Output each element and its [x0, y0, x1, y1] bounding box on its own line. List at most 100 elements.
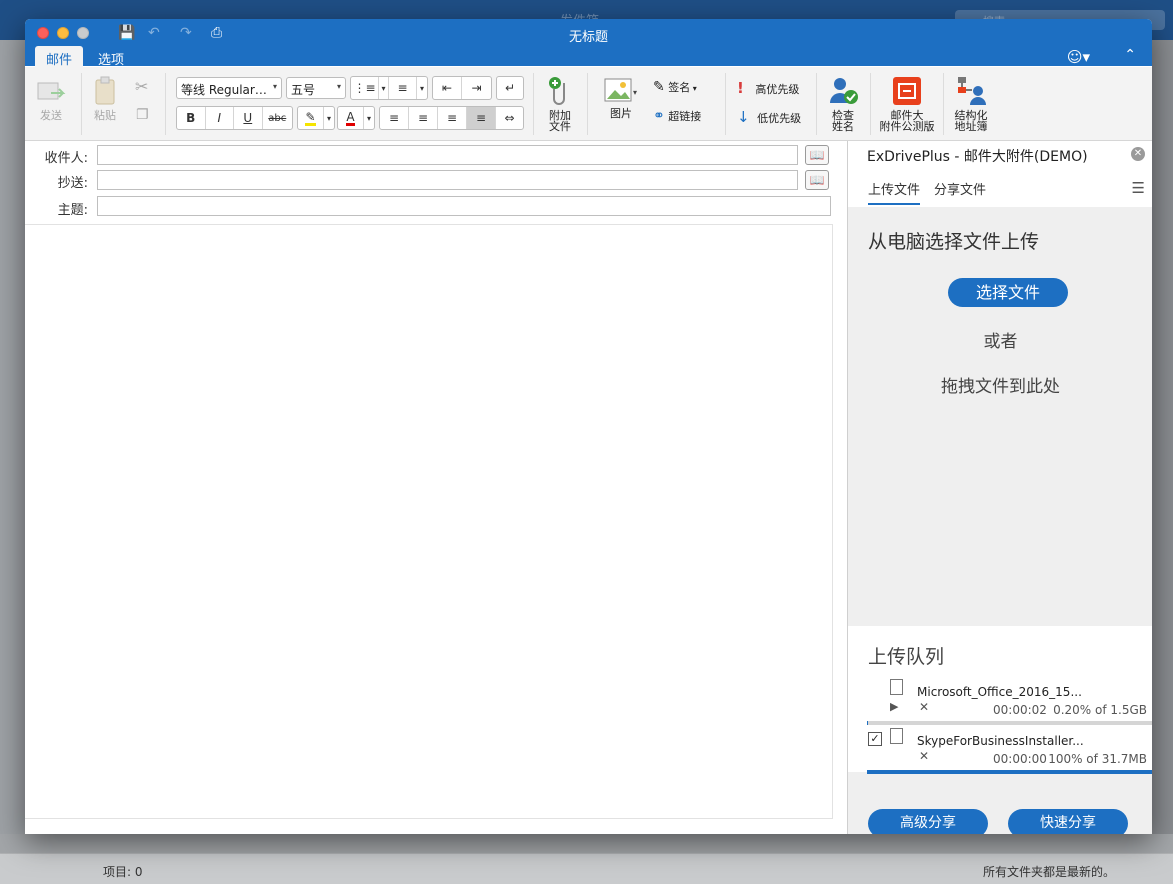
- italic-icon[interactable]: I: [206, 107, 235, 129]
- tab-options[interactable]: 选项: [87, 46, 135, 68]
- justify-icon[interactable]: ≡: [467, 107, 496, 129]
- check-names-label-2: 姓名: [832, 120, 854, 133]
- highlight-icon[interactable]: ✎: [298, 107, 324, 129]
- play-icon[interactable]: ▶: [890, 700, 898, 713]
- bold-icon[interactable]: B: [177, 107, 206, 129]
- panel-close-icon[interactable]: ✕: [1131, 147, 1145, 161]
- status-bar: 项目: 0 所有文件夹都是最新的。: [0, 853, 1173, 884]
- hyperlink-button[interactable]: ⚭ 超链接: [653, 108, 717, 124]
- paste-label: 粘贴: [94, 109, 116, 122]
- window-title: 无标题: [568, 30, 608, 45]
- tab-mail[interactable]: 邮件: [35, 46, 84, 68]
- attach-file-button[interactable]: 附加 文件: [542, 75, 578, 132]
- choose-file-button[interactable]: 选择文件: [948, 278, 1068, 307]
- align-left-icon[interactable]: ≡: [380, 107, 409, 129]
- cancel-upload-icon[interactable]: ✕: [919, 749, 929, 763]
- queue-item: Microsoft_Office_2016_15... ▶ ✕ 00:00:02…: [848, 679, 1152, 727]
- to-field[interactable]: [97, 145, 798, 165]
- indent-group: ⇤ ⇥: [432, 76, 492, 100]
- big-attach-label-2: 附件公测版: [879, 120, 935, 133]
- compose-window: 💾 ↶ ↷ ⎙ 无标题 邮件 选项 ☺▾ ⌃ 发送 粘贴 ✂ ❐ 等线 Regu…: [25, 19, 1152, 834]
- bullet-list-dropdown[interactable]: ▾: [379, 77, 389, 99]
- progress-bar: [867, 721, 1152, 725]
- checkbox-checked[interactable]: ✓: [868, 732, 882, 746]
- picture-button[interactable]: ▾ 图片: [599, 77, 643, 119]
- list-group: ⋮≡ ▾ ≡ ▾: [350, 76, 428, 100]
- paste-button[interactable]: 粘贴: [89, 75, 121, 121]
- progress-bar: [867, 770, 1152, 774]
- font-color-dropdown[interactable]: ▾: [364, 107, 374, 129]
- check-names-button[interactable]: 检查 姓名: [825, 75, 861, 132]
- send-label: 发送: [40, 109, 62, 122]
- copy-icon[interactable]: ❐: [136, 107, 149, 123]
- numbered-list-dropdown[interactable]: ▾: [417, 77, 427, 99]
- subject-label: 主题:: [57, 203, 88, 218]
- low-priority-icon: ↓: [737, 108, 750, 126]
- numbered-list-icon[interactable]: ≡: [389, 77, 417, 99]
- struct-book-label-2: 地址簿: [954, 120, 988, 133]
- signature-button[interactable]: ✎ 签名 ▾: [653, 79, 713, 95]
- collapse-ribbon-icon[interactable]: ⌃: [1124, 47, 1136, 63]
- progress-fill: [867, 770, 1152, 774]
- font-name-select[interactable]: 等线 Regular… ▾: [176, 77, 282, 99]
- font-size-value: 五号: [291, 83, 316, 97]
- tab-upload-files[interactable]: 上传文件: [868, 179, 921, 205]
- picture-label: 图片: [610, 107, 632, 120]
- to-label: 收件人:: [44, 151, 88, 166]
- text-style-group: B I U abc: [176, 106, 293, 130]
- exdrive-panel: ExDrivePlus - 邮件大附件(DEMO) ✕ 上传文件 分享文件 ☰ …: [847, 141, 1152, 834]
- message-body[interactable]: [25, 224, 833, 819]
- upload-queue: 上传队列 Microsoft_Office_2016_15... ▶ ✕ 00:…: [848, 626, 1152, 774]
- big-attachment-button[interactable]: 邮件大 附件公测版: [877, 75, 937, 132]
- advanced-share-button[interactable]: 高级分享: [868, 809, 988, 834]
- queue-time: 00:00:02: [993, 703, 1047, 717]
- hyperlink-icon: ⚭: [653, 108, 665, 124]
- cancel-upload-icon[interactable]: ✕: [919, 700, 929, 714]
- status-items: 项目: 0: [103, 865, 143, 879]
- font-color-icon[interactable]: A: [338, 107, 364, 129]
- cc-address-book-icon[interactable]: 📖: [805, 170, 829, 190]
- picture-icon: ▾: [604, 78, 637, 102]
- paste-icon: [95, 76, 115, 105]
- font-size-select[interactable]: 五号 ▾: [286, 77, 346, 99]
- to-address-book-icon[interactable]: 📖: [805, 145, 829, 165]
- signature-icon: ✎: [653, 79, 665, 95]
- hyperlink-label: 超链接: [668, 110, 702, 123]
- feedback-smiley-icon[interactable]: ☺▾: [1067, 48, 1090, 66]
- queue-file-name: Microsoft_Office_2016_15...: [917, 685, 1082, 699]
- hamburger-menu-icon[interactable]: ☰: [1132, 179, 1145, 197]
- high-priority-icon: !: [737, 79, 744, 97]
- svg-text:▾: ▾: [633, 88, 637, 97]
- align-right-icon[interactable]: ≡: [438, 107, 467, 129]
- queue-time: 00:00:00: [993, 752, 1047, 766]
- increase-indent-icon[interactable]: ⇥: [462, 77, 491, 99]
- queue-progress-text: 0.20% of 1.5GB: [1053, 703, 1147, 717]
- bullet-list-icon[interactable]: ⋮≡: [351, 77, 379, 99]
- text-direction-icon[interactable]: ↵: [497, 77, 523, 99]
- file-icon: [890, 679, 903, 695]
- high-priority-label: 高优先级: [755, 83, 800, 96]
- distribute-icon[interactable]: ⇔: [496, 107, 523, 129]
- strikethrough-icon[interactable]: abc: [263, 107, 292, 129]
- queue-progress-text: 100% of 31.7MB: [1048, 752, 1147, 766]
- cut-icon[interactable]: ✂: [135, 77, 148, 96]
- quick-share-button[interactable]: 快速分享: [1008, 809, 1128, 834]
- structured-address-book-button[interactable]: 结构化 地址簿: [951, 75, 991, 132]
- titlebar: 💾 ↶ ↷ ⎙ 无标题 邮件 选项 ☺▾ ⌃: [25, 19, 1152, 68]
- low-priority-label: 低优先级: [757, 112, 802, 125]
- file-icon: [890, 728, 903, 744]
- high-priority-button[interactable]: ! 高优先级: [737, 79, 807, 97]
- send-button[interactable]: 发送: [33, 75, 69, 121]
- low-priority-button[interactable]: ↓ 低优先级: [737, 108, 807, 126]
- align-center-icon[interactable]: ≡: [409, 107, 438, 129]
- or-text: 或者: [983, 332, 1018, 352]
- highlight-dropdown[interactable]: ▾: [324, 107, 334, 129]
- drop-zone-text[interactable]: 拖拽文件到此处: [848, 372, 1152, 397]
- upload-heading: 从电脑选择文件上传: [868, 231, 1040, 253]
- subject-field[interactable]: [97, 196, 831, 216]
- org-chart-icon: [958, 77, 986, 105]
- tab-share-files[interactable]: 分享文件: [934, 179, 986, 203]
- decrease-indent-icon[interactable]: ⇤: [433, 77, 463, 99]
- cc-field[interactable]: [97, 170, 798, 190]
- underline-icon[interactable]: U: [234, 107, 263, 129]
